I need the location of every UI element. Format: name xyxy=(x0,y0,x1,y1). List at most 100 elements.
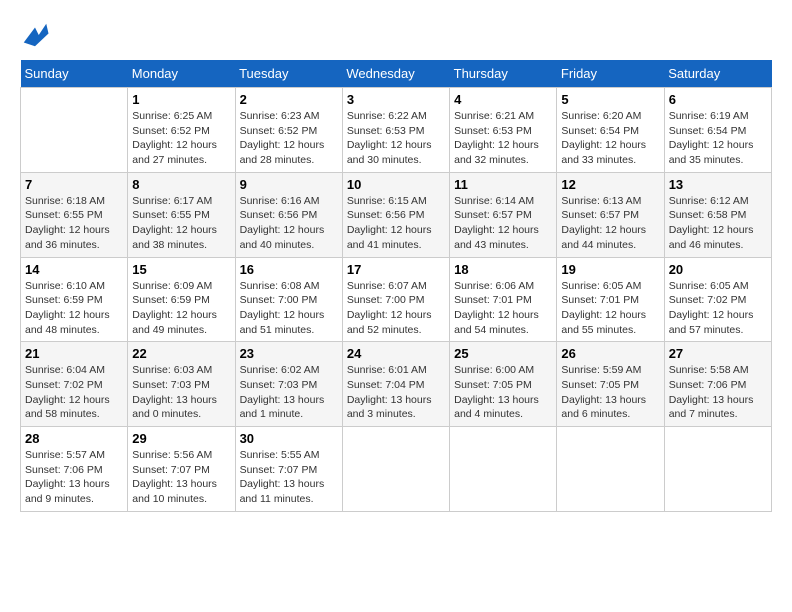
calendar-cell xyxy=(342,427,449,512)
day-info: Sunrise: 6:19 AM Sunset: 6:54 PM Dayligh… xyxy=(669,109,767,168)
day-info: Sunrise: 6:13 AM Sunset: 6:57 PM Dayligh… xyxy=(561,194,659,253)
calendar-cell: 21 Sunrise: 6:04 AM Sunset: 7:02 PM Dayli… xyxy=(21,342,128,427)
day-number: 19 xyxy=(561,262,659,277)
day-info: Sunrise: 6:05 AM Sunset: 7:02 PM Dayligh… xyxy=(669,279,767,338)
week-row-1: 1 Sunrise: 6:25 AM Sunset: 6:52 PM Daylig… xyxy=(21,88,772,173)
header-day-thursday: Thursday xyxy=(450,60,557,88)
page-header xyxy=(20,20,772,50)
day-number: 23 xyxy=(240,346,338,361)
day-info: Sunrise: 6:00 AM Sunset: 7:05 PM Dayligh… xyxy=(454,363,552,422)
day-info: Sunrise: 6:06 AM Sunset: 7:01 PM Dayligh… xyxy=(454,279,552,338)
calendar-cell: 18 Sunrise: 6:06 AM Sunset: 7:01 PM Dayli… xyxy=(450,257,557,342)
header-day-wednesday: Wednesday xyxy=(342,60,449,88)
calendar-cell: 22 Sunrise: 6:03 AM Sunset: 7:03 PM Dayli… xyxy=(128,342,235,427)
calendar-cell: 3 Sunrise: 6:22 AM Sunset: 6:53 PM Daylig… xyxy=(342,88,449,173)
day-info: Sunrise: 6:15 AM Sunset: 6:56 PM Dayligh… xyxy=(347,194,445,253)
calendar-cell: 20 Sunrise: 6:05 AM Sunset: 7:02 PM Dayli… xyxy=(664,257,771,342)
day-info: Sunrise: 6:25 AM Sunset: 6:52 PM Dayligh… xyxy=(132,109,230,168)
calendar-cell: 24 Sunrise: 6:01 AM Sunset: 7:04 PM Dayli… xyxy=(342,342,449,427)
day-number: 28 xyxy=(25,431,123,446)
day-number: 18 xyxy=(454,262,552,277)
header-day-friday: Friday xyxy=(557,60,664,88)
calendar-cell: 17Sunrise: 6:07 AM Sunset: 7:00 PM Dayli… xyxy=(342,257,449,342)
logo xyxy=(20,20,54,50)
calendar-cell: 25 Sunrise: 6:00 AM Sunset: 7:05 PM Dayli… xyxy=(450,342,557,427)
header-day-saturday: Saturday xyxy=(664,60,771,88)
day-number: 14 xyxy=(25,262,123,277)
week-row-3: 14 Sunrise: 6:10 AM Sunset: 6:59 PM Dayli… xyxy=(21,257,772,342)
day-info: Sunrise: 5:58 AM Sunset: 7:06 PM Dayligh… xyxy=(669,363,767,422)
calendar-cell: 16 Sunrise: 6:08 AM Sunset: 7:00 PM Dayli… xyxy=(235,257,342,342)
day-number: 5 xyxy=(561,92,659,107)
day-info: Sunrise: 6:16 AM Sunset: 6:56 PM Dayligh… xyxy=(240,194,338,253)
day-number: 29 xyxy=(132,431,230,446)
calendar-cell: 26Sunrise: 5:59 AM Sunset: 7:05 PM Dayli… xyxy=(557,342,664,427)
calendar-cell xyxy=(450,427,557,512)
day-info: Sunrise: 5:55 AM Sunset: 7:07 PM Dayligh… xyxy=(240,448,338,507)
day-number: 30 xyxy=(240,431,338,446)
day-number: 6 xyxy=(669,92,767,107)
day-number: 11 xyxy=(454,177,552,192)
day-number: 22 xyxy=(132,346,230,361)
day-number: 27 xyxy=(669,346,767,361)
day-number: 1 xyxy=(132,92,230,107)
day-info: Sunrise: 6:17 AM Sunset: 6:55 PM Dayligh… xyxy=(132,194,230,253)
day-number: 12 xyxy=(561,177,659,192)
calendar-cell: 13 Sunrise: 6:12 AM Sunset: 6:58 PM Dayli… xyxy=(664,172,771,257)
day-info: Sunrise: 6:14 AM Sunset: 6:57 PM Dayligh… xyxy=(454,194,552,253)
day-info: Sunrise: 6:07 AM Sunset: 7:00 PM Dayligh… xyxy=(347,279,445,338)
day-info: Sunrise: 6:01 AM Sunset: 7:04 PM Dayligh… xyxy=(347,363,445,422)
calendar-cell: 19 Sunrise: 6:05 AM Sunset: 7:01 PM Dayli… xyxy=(557,257,664,342)
day-number: 10 xyxy=(347,177,445,192)
day-number: 24 xyxy=(347,346,445,361)
day-info: Sunrise: 6:08 AM Sunset: 7:00 PM Dayligh… xyxy=(240,279,338,338)
calendar-cell: 15 Sunrise: 6:09 AM Sunset: 6:59 PM Dayli… xyxy=(128,257,235,342)
day-info: Sunrise: 6:18 AM Sunset: 6:55 PM Dayligh… xyxy=(25,194,123,253)
calendar-cell: 14 Sunrise: 6:10 AM Sunset: 6:59 PM Dayli… xyxy=(21,257,128,342)
day-number: 13 xyxy=(669,177,767,192)
day-info: Sunrise: 5:56 AM Sunset: 7:07 PM Dayligh… xyxy=(132,448,230,507)
calendar-cell: 27 Sunrise: 5:58 AM Sunset: 7:06 PM Dayli… xyxy=(664,342,771,427)
day-info: Sunrise: 6:23 AM Sunset: 6:52 PM Dayligh… xyxy=(240,109,338,168)
day-number: 9 xyxy=(240,177,338,192)
day-info: Sunrise: 6:04 AM Sunset: 7:02 PM Dayligh… xyxy=(25,363,123,422)
calendar-cell: 30 Sunrise: 5:55 AM Sunset: 7:07 PM Dayli… xyxy=(235,427,342,512)
header-day-sunday: Sunday xyxy=(21,60,128,88)
calendar-cell: 10 Sunrise: 6:15 AM Sunset: 6:56 PM Dayli… xyxy=(342,172,449,257)
calendar-cell xyxy=(557,427,664,512)
day-info: Sunrise: 6:22 AM Sunset: 6:53 PM Dayligh… xyxy=(347,109,445,168)
week-row-5: 28 Sunrise: 5:57 AM Sunset: 7:06 PM Dayli… xyxy=(21,427,772,512)
week-row-4: 21 Sunrise: 6:04 AM Sunset: 7:02 PM Dayli… xyxy=(21,342,772,427)
calendar-cell: 5Sunrise: 6:20 AM Sunset: 6:54 PM Daylig… xyxy=(557,88,664,173)
day-info: Sunrise: 5:57 AM Sunset: 7:06 PM Dayligh… xyxy=(25,448,123,507)
calendar-cell: 1 Sunrise: 6:25 AM Sunset: 6:52 PM Daylig… xyxy=(128,88,235,173)
header-row: SundayMondayTuesdayWednesdayThursdayFrid… xyxy=(21,60,772,88)
calendar-cell: 9 Sunrise: 6:16 AM Sunset: 6:56 PM Daylig… xyxy=(235,172,342,257)
calendar-cell: 4Sunrise: 6:21 AM Sunset: 6:53 PM Daylig… xyxy=(450,88,557,173)
day-number: 7 xyxy=(25,177,123,192)
day-number: 4 xyxy=(454,92,552,107)
day-number: 21 xyxy=(25,346,123,361)
calendar-cell: 23 Sunrise: 6:02 AM Sunset: 7:03 PM Dayli… xyxy=(235,342,342,427)
calendar-cell: 12 Sunrise: 6:13 AM Sunset: 6:57 PM Dayli… xyxy=(557,172,664,257)
calendar-table: SundayMondayTuesdayWednesdayThursdayFrid… xyxy=(20,60,772,512)
calendar-cell: 11 Sunrise: 6:14 AM Sunset: 6:57 PM Dayli… xyxy=(450,172,557,257)
day-info: Sunrise: 6:05 AM Sunset: 7:01 PM Dayligh… xyxy=(561,279,659,338)
day-number: 26 xyxy=(561,346,659,361)
week-row-2: 7 Sunrise: 6:18 AM Sunset: 6:55 PM Daylig… xyxy=(21,172,772,257)
day-number: 16 xyxy=(240,262,338,277)
day-number: 25 xyxy=(454,346,552,361)
calendar-cell: 8Sunrise: 6:17 AM Sunset: 6:55 PM Daylig… xyxy=(128,172,235,257)
day-number: 3 xyxy=(347,92,445,107)
day-info: Sunrise: 6:10 AM Sunset: 6:59 PM Dayligh… xyxy=(25,279,123,338)
calendar-cell: 7 Sunrise: 6:18 AM Sunset: 6:55 PM Daylig… xyxy=(21,172,128,257)
day-info: Sunrise: 6:03 AM Sunset: 7:03 PM Dayligh… xyxy=(132,363,230,422)
day-number: 20 xyxy=(669,262,767,277)
day-info: Sunrise: 6:09 AM Sunset: 6:59 PM Dayligh… xyxy=(132,279,230,338)
day-info: Sunrise: 6:12 AM Sunset: 6:58 PM Dayligh… xyxy=(669,194,767,253)
day-number: 15 xyxy=(132,262,230,277)
header-day-monday: Monday xyxy=(128,60,235,88)
logo-icon xyxy=(20,20,50,50)
day-info: Sunrise: 6:02 AM Sunset: 7:03 PM Dayligh… xyxy=(240,363,338,422)
calendar-cell xyxy=(664,427,771,512)
